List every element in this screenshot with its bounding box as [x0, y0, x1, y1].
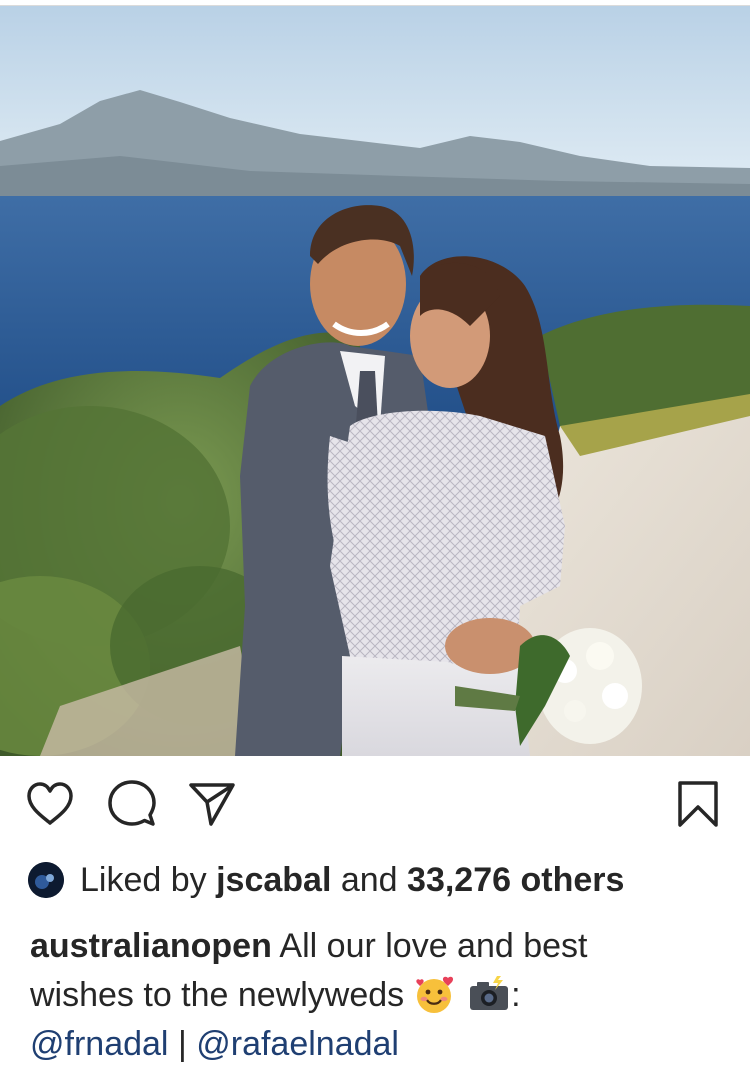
heart-icon [27, 782, 73, 825]
caption-line-3: @frnadal | @rafaelnadal [30, 1020, 720, 1069]
avatar[interactable] [28, 862, 64, 898]
smiling-face-with-hearts-icon [414, 974, 458, 1014]
mention-link-frnadal[interactable]: @frnadal [30, 1025, 168, 1063]
camera-with-flash-icon [467, 974, 511, 1014]
like-button[interactable] [22, 776, 78, 832]
liker-avatar-image [28, 862, 64, 898]
liked-by-user-link[interactable]: jscabal [216, 861, 331, 900]
caption-text-1: All our love and best [279, 927, 588, 965]
bookmark-button[interactable] [670, 776, 726, 832]
post-photo[interactable] [0, 6, 750, 756]
caption-username-link[interactable]: australianopen [30, 927, 272, 965]
liked-by-line[interactable]: Liked by jscabal and 33,276 others [28, 852, 728, 908]
liked-by-prefix: Liked by [80, 860, 207, 899]
photo-credit-separator: : [511, 976, 521, 1014]
share-icon [189, 783, 235, 826]
bookmark-icon [678, 781, 718, 827]
caption-text-2: wishes to the newlyweds [30, 976, 405, 1014]
post-action-bar [0, 756, 750, 848]
likes-count-link[interactable]: 33,276 others [407, 861, 624, 900]
mention-divider: | [177, 1025, 187, 1063]
mention-link-rafaelnadal[interactable]: @rafaelnadal [196, 1025, 399, 1063]
post-caption: australianopen All our love and best wis… [30, 922, 720, 1069]
caption-line-1: australianopen All our love and best [30, 922, 720, 971]
comment-icon [108, 780, 156, 826]
share-button[interactable] [184, 776, 240, 832]
caption-line-2: wishes to the newlyweds : [30, 971, 720, 1020]
comment-button[interactable] [104, 776, 160, 832]
liked-by-conjunction: and [340, 860, 398, 899]
